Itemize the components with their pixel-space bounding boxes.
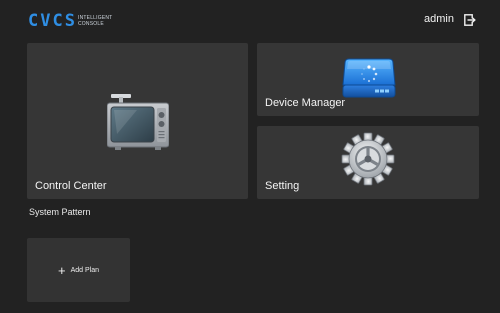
logo-subtitle: INTELLIGENT CONSOLE — [78, 15, 112, 27]
username[interactable]: admin — [424, 13, 454, 25]
add-plan-button[interactable]: + Add Plan — [27, 238, 130, 302]
hard-drive-icon — [341, 57, 397, 106]
control-center-card[interactable]: Control Center — [27, 43, 248, 199]
logo-letter: V — [40, 11, 51, 31]
app-logo: C V C S INTELLIGENT CONSOLE — [28, 12, 112, 30]
logout-icon[interactable] — [464, 13, 476, 26]
control-center-label: Control Center — [35, 180, 107, 192]
plus-icon: + — [57, 262, 66, 278]
device-manager-label: Device Manager — [265, 97, 346, 109]
logo-letter: C — [52, 11, 63, 31]
user-area: admin — [424, 13, 476, 26]
logo-wordmark: C V C S — [28, 12, 75, 30]
tv-icon — [106, 94, 170, 155]
device-manager-card[interactable]: Device Manager — [257, 43, 479, 116]
setting-label: Setting — [265, 180, 300, 192]
add-plan-label: Add Plan — [70, 266, 99, 274]
setting-card[interactable]: Setting — [257, 126, 479, 199]
logo-subtitle-line2: CONSOLE — [78, 21, 104, 27]
system-pattern-title: System Pattern — [29, 207, 91, 217]
logo-letter: S — [64, 11, 75, 31]
logo-letter: C — [28, 11, 39, 31]
gear-icon — [341, 132, 395, 191]
